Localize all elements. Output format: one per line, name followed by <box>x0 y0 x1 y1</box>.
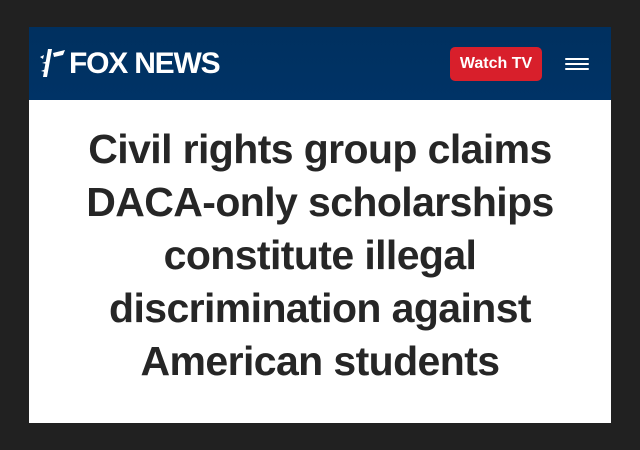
watch-tv-button[interactable]: Watch TV <box>450 47 542 81</box>
logo-text: FOX NEWS <box>69 47 221 80</box>
headline-line: discrimination against <box>109 285 532 331</box>
headline-line: DACA-only scholarships <box>86 179 554 225</box>
hamburger-menu-icon[interactable] <box>562 52 592 76</box>
headline-line: American students <box>140 338 501 384</box>
article-card: FOX NEWS Watch TV Civil rights group cla… <box>29 27 611 423</box>
fox-news-logo[interactable]: FOX NEWS <box>39 46 221 82</box>
headline-line: constitute illegal <box>163 232 477 278</box>
headline-line: Civil rights group claims <box>88 126 552 172</box>
menu-bar <box>565 58 589 60</box>
fox-news-logo-icon <box>40 49 65 77</box>
menu-bar <box>565 63 589 65</box>
menu-bar <box>565 68 589 70</box>
article-headline: Civil rights group claims DACA-only scho… <box>29 123 611 388</box>
site-header: FOX NEWS Watch TV <box>29 27 611 100</box>
